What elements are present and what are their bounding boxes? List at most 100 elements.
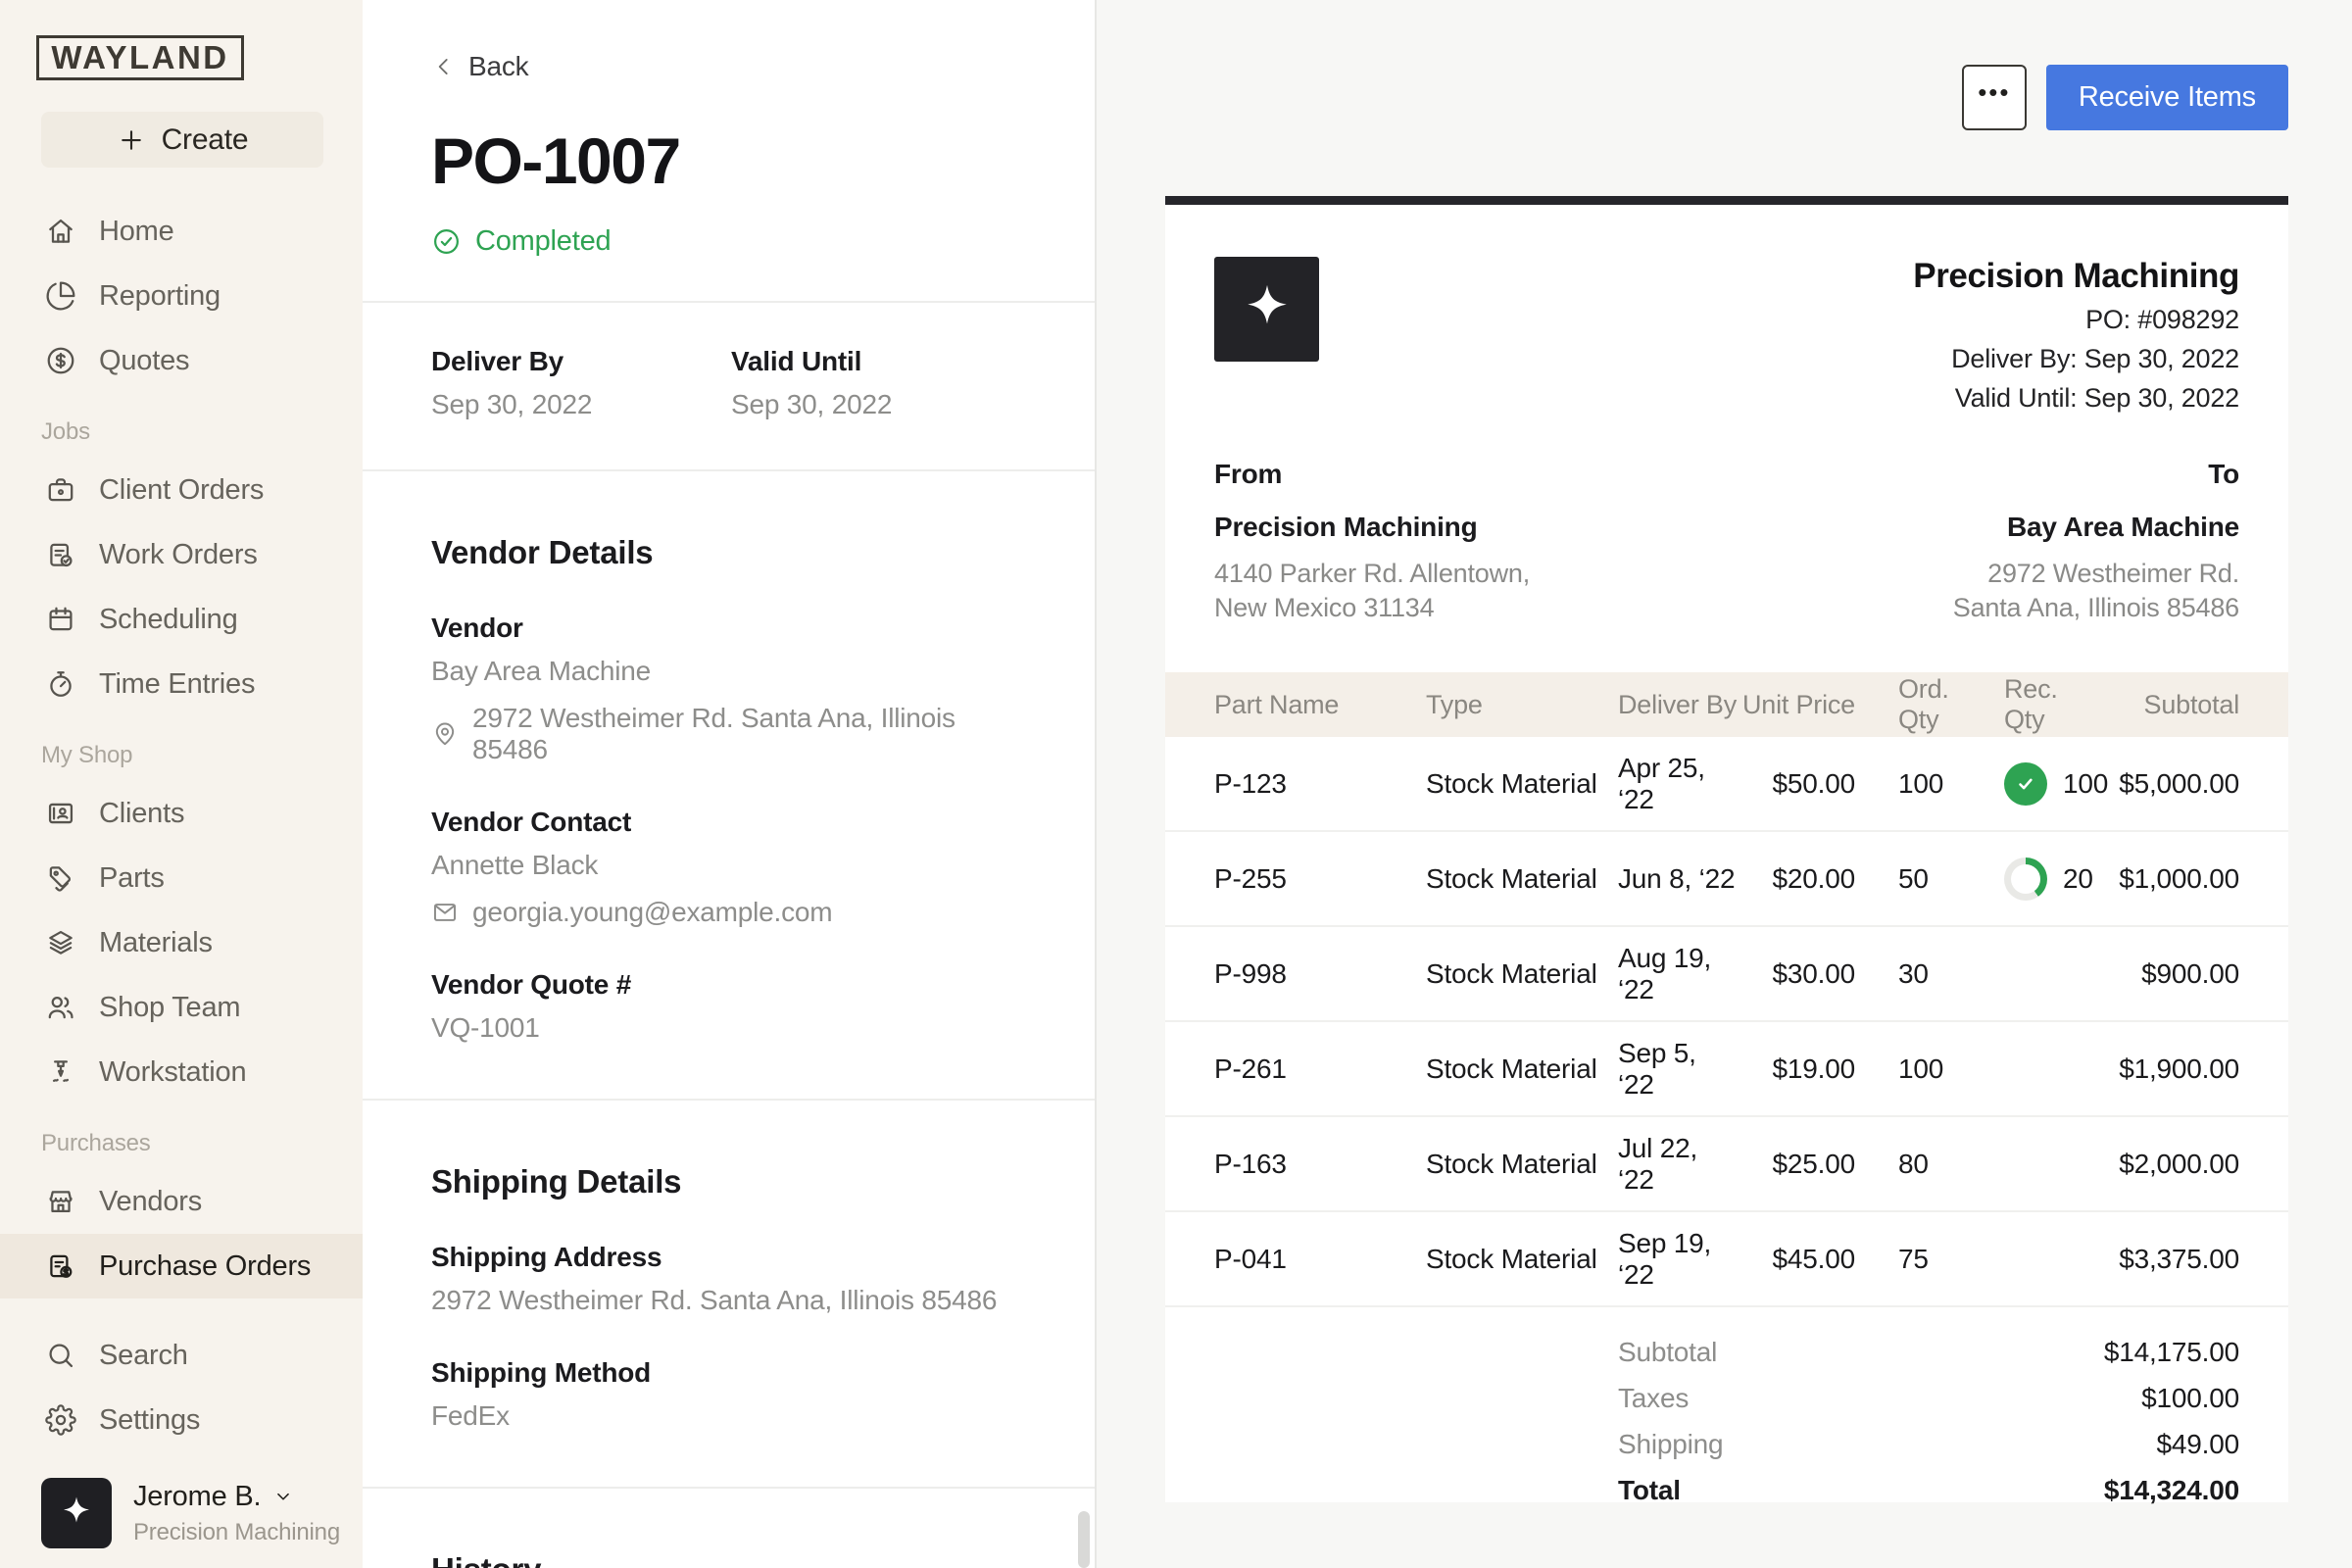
- users-icon: [44, 991, 77, 1024]
- column-header-type: Type: [1426, 690, 1618, 720]
- cell-part: P-261: [1214, 1054, 1426, 1085]
- table-row-p-123[interactable]: P-123Stock MaterialApr 25, ‘22$50.001001…: [1165, 737, 2288, 832]
- deliver-by-value: Sep 30, 2022: [431, 389, 731, 420]
- sidebar-footer: SearchSettings Jerome B. Precision Machi…: [0, 1323, 363, 1568]
- clipboard-check-icon: [44, 538, 77, 571]
- sidebar-item-work-orders[interactable]: Work Orders: [0, 522, 363, 587]
- sidebar-item-label: Home: [99, 216, 174, 248]
- rec-qty-value: 20: [2063, 863, 2093, 895]
- sidebar-item-vendors[interactable]: Vendors: [0, 1169, 363, 1234]
- sidebar-item-purchase-orders[interactable]: Purchase Orders: [0, 1234, 363, 1298]
- document-deliver-by: Deliver By: Sep 30, 2022: [1913, 344, 2239, 374]
- sidebar-item-time-entries[interactable]: Time Entries: [0, 652, 363, 716]
- sidebar-item-workstation[interactable]: Workstation: [0, 1040, 363, 1104]
- received-partial-progress-ring: [2004, 858, 2047, 901]
- total-label: Taxes: [1618, 1383, 1689, 1414]
- total-label: Subtotal: [1618, 1337, 1717, 1368]
- sidebar-item-label: Shop Team: [99, 992, 240, 1024]
- total-label: Shipping: [1618, 1429, 1723, 1460]
- scrollbar-thumb[interactable]: [1078, 1511, 1090, 1568]
- table-row-p-163[interactable]: P-163Stock MaterialJul 22, ‘22$25.0080$2…: [1165, 1117, 2288, 1212]
- from-name: Precision Machining: [1214, 512, 1530, 543]
- document-po-number: PO: #098292: [1913, 305, 2239, 335]
- sidebar-item-shop-team[interactable]: Shop Team: [0, 975, 363, 1040]
- vendor-address: 2972 Westheimer Rd. Santa Ana, Illinois …: [472, 703, 1026, 765]
- cell-subtotal: $3,375.00: [2098, 1244, 2239, 1275]
- cell-rec-qty: 100: [1961, 762, 2098, 806]
- column-header-subtotal: Subtotal: [2098, 690, 2239, 720]
- total-value: $14,175.00: [2104, 1337, 2239, 1368]
- sidebar-item-materials[interactable]: Materials: [0, 910, 363, 975]
- back-button[interactable]: Back: [431, 51, 528, 82]
- sidebar-item-parts[interactable]: Parts: [0, 846, 363, 910]
- document-panel: ••• Receive Items Precision Machining PO…: [1097, 0, 2352, 1568]
- sidebar-item-settings[interactable]: Settings: [0, 1388, 363, 1452]
- from-address-line1: 4140 Parker Rd. Allentown,: [1214, 557, 1530, 591]
- table-row-p-255[interactable]: P-255Stock MaterialJun 8, ‘22$20.005020$…: [1165, 832, 2288, 927]
- receive-items-button[interactable]: Receive Items: [2046, 65, 2288, 130]
- company-logo: [1214, 257, 1319, 362]
- cell-deliver-by: Apr 25, ‘22: [1618, 753, 1738, 815]
- shipping-method-value: FedEx: [431, 1400, 1026, 1432]
- cell-ord-qty: 100: [1855, 768, 1961, 800]
- column-header-rec-qty: Rec. Qty: [1961, 674, 2098, 735]
- id-card-icon: [44, 797, 77, 830]
- stopwatch-icon: [44, 667, 77, 701]
- cell-part: P-163: [1214, 1149, 1426, 1180]
- sidebar-item-label: Quotes: [99, 345, 189, 377]
- received-complete-icon: [2004, 762, 2047, 806]
- shipping-method-label: Shipping Method: [431, 1357, 1026, 1389]
- plus-icon: [117, 125, 146, 155]
- cell-deliver-by: Sep 19, ‘22: [1618, 1228, 1738, 1291]
- table-row-p-041[interactable]: P-041Stock MaterialSep 19, ‘22$45.0075$3…: [1165, 1212, 2288, 1307]
- create-button-label: Create: [162, 123, 249, 157]
- sidebar-item-search[interactable]: Search: [0, 1323, 363, 1388]
- total-row-total: Total$14,324.00: [1214, 1467, 2239, 1513]
- vendor-quote-label: Vendor Quote #: [431, 969, 1026, 1001]
- gear-icon: [44, 1403, 77, 1437]
- sidebar-item-quotes[interactable]: Quotes: [0, 328, 363, 393]
- sidebar-item-label: Scheduling: [99, 604, 238, 636]
- clipboard-dollar-icon: [44, 1250, 77, 1283]
- create-button[interactable]: Create: [41, 112, 323, 168]
- user-menu[interactable]: Jerome B. Precision Machining: [0, 1452, 363, 1568]
- shipping-address-label: Shipping Address: [431, 1242, 1026, 1273]
- cell-type: Stock Material: [1426, 1244, 1618, 1275]
- vendor-contact-name: Annette Black: [431, 850, 1026, 881]
- vendor-label: Vendor: [431, 612, 1026, 644]
- table-row-p-261[interactable]: P-261Stock MaterialSep 5, ‘22$19.00100$1…: [1165, 1022, 2288, 1117]
- sidebar-item-home[interactable]: Home: [0, 199, 363, 264]
- cell-deliver-by: Aug 19, ‘22: [1618, 943, 1738, 1005]
- cell-type: Stock Material: [1426, 863, 1618, 895]
- cell-type: Stock Material: [1426, 958, 1618, 990]
- cell-unit-price: $25.00: [1738, 1149, 1855, 1180]
- table-row-p-998[interactable]: P-998Stock MaterialAug 19, ‘22$30.0030$9…: [1165, 927, 2288, 1022]
- back-label: Back: [468, 51, 528, 82]
- sidebar-item-reporting[interactable]: Reporting: [0, 264, 363, 328]
- sidebar-item-label: Materials: [99, 927, 213, 959]
- sidebar-item-client-orders[interactable]: Client Orders: [0, 458, 363, 522]
- vendor-contact-email: georgia.young@example.com: [472, 897, 832, 928]
- total-row-shipping: Shipping$49.00: [1214, 1421, 2239, 1467]
- vendor-quote-value: VQ-1001: [431, 1012, 1026, 1044]
- cell-ord-qty: 75: [1855, 1244, 1961, 1275]
- more-actions-button[interactable]: •••: [1962, 65, 2027, 130]
- cell-ord-qty: 100: [1855, 1054, 1961, 1085]
- shipping-address-value: 2972 Westheimer Rd. Santa Ana, Illinois …: [431, 1285, 1026, 1316]
- history-section: History P-255 Status Updated to Complete…: [431, 1551, 1026, 1568]
- cell-subtotal: $900.00: [2098, 958, 2239, 990]
- sidebar-item-scheduling[interactable]: Scheduling: [0, 587, 363, 652]
- valid-until-label: Valid Until: [731, 346, 1026, 377]
- chevron-down-icon: [272, 1486, 294, 1507]
- status-badge: Completed: [431, 225, 1026, 258]
- map-pin-icon: [431, 720, 459, 748]
- shipping-details-heading: Shipping Details: [431, 1163, 1026, 1200]
- total-row-subtotal: Subtotal $14,175.00: [1214, 1329, 2239, 1375]
- cell-type: Stock Material: [1426, 1149, 1618, 1180]
- sidebar-item-label: Reporting: [99, 280, 220, 313]
- pie-chart-icon: [44, 279, 77, 313]
- shipping-details-section: Shipping Details Shipping Address 2972 W…: [431, 1163, 1026, 1487]
- cell-subtotal: $1,900.00: [2098, 1054, 2239, 1085]
- sidebar-item-clients[interactable]: Clients: [0, 781, 363, 846]
- storefront-icon: [44, 1185, 77, 1218]
